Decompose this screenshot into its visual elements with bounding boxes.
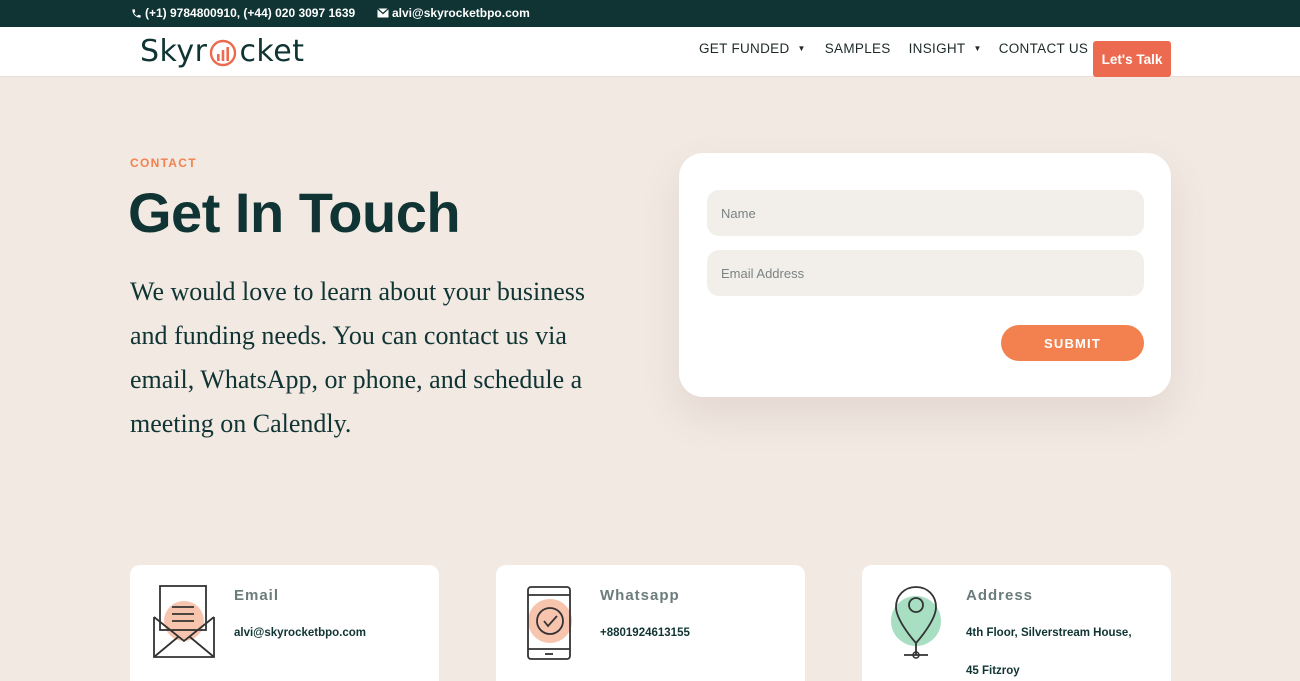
card-title: Email [234,587,280,604]
top-contact-bar: (+1) 9784800910, (+44) 020 3097 1639 alv… [0,0,1300,27]
email-card: Email alvi@skyrocketbpo.com [130,565,439,681]
main-navbar: Skyr cket GET FUNDED ▼ SAMPLES INSIGHT ▼… [0,27,1300,77]
logo-text-right: cket [239,33,305,69]
envelope-icon [148,583,220,663]
topbar-phone[interactable]: (+1) 9784800910, (+44) 020 3097 1639 [131,6,355,20]
caret-down-icon: ▼ [973,44,982,53]
phone-check-icon [514,583,586,663]
nav-insight-label: INSIGHT [908,41,966,56]
topbar-phone-text: (+1) 9784800910, (+44) 020 3097 1639 [145,6,356,20]
card-title: Address [966,587,1034,604]
nav-contact-us-label: CONTACT US [998,41,1089,56]
section-eyebrow: CONTACT [130,156,197,170]
nav-insight[interactable]: INSIGHT ▼ [909,41,982,56]
nav-samples-label: SAMPLES [824,41,891,56]
intro-paragraph: We would love to learn about your busine… [130,277,585,438]
mail-icon [377,8,389,18]
card-value[interactable]: +8801924613155 [600,627,690,639]
name-input[interactable] [707,190,1144,236]
primary-nav: GET FUNDED ▼ SAMPLES INSIGHT ▼ CONTACT U… [699,41,1088,56]
page-title: Get In Touch [128,181,461,244]
topbar-email-text: alvi@skyrocketbpo.com [392,6,530,20]
card-value: 4th Floor, Silverstream House, [966,627,1132,639]
topbar-email[interactable]: alvi@skyrocketbpo.com [377,6,530,20]
location-pin-icon [880,583,952,663]
lets-talk-button[interactable]: Let's Talk [1093,41,1171,77]
caret-down-icon: ▼ [797,44,806,53]
logo-text-left: Skyr [140,33,208,69]
nav-samples[interactable]: SAMPLES [825,41,891,56]
nav-get-funded-label: GET FUNDED [699,41,790,56]
address-card: Address 4th Floor, Silverstream House, 4… [862,565,1171,681]
email-input[interactable] [707,250,1144,296]
nav-contact-us[interactable]: CONTACT US [999,41,1089,56]
whatsapp-card: Whatsapp +8801924613155 [496,565,805,681]
card-title: Whatsapp [600,587,680,604]
phone-icon [132,8,141,18]
site-logo[interactable]: Skyr cket [140,33,304,69]
contact-form-card: SUBMIT [679,153,1171,397]
submit-button[interactable]: SUBMIT [1001,325,1144,361]
card-value[interactable]: alvi@skyrocketbpo.com [234,627,366,639]
nav-get-funded[interactable]: GET FUNDED ▼ [699,41,806,56]
card-value-line-2: 45 Fitzroy [966,665,1020,677]
logo-rocket-icon [208,38,238,68]
